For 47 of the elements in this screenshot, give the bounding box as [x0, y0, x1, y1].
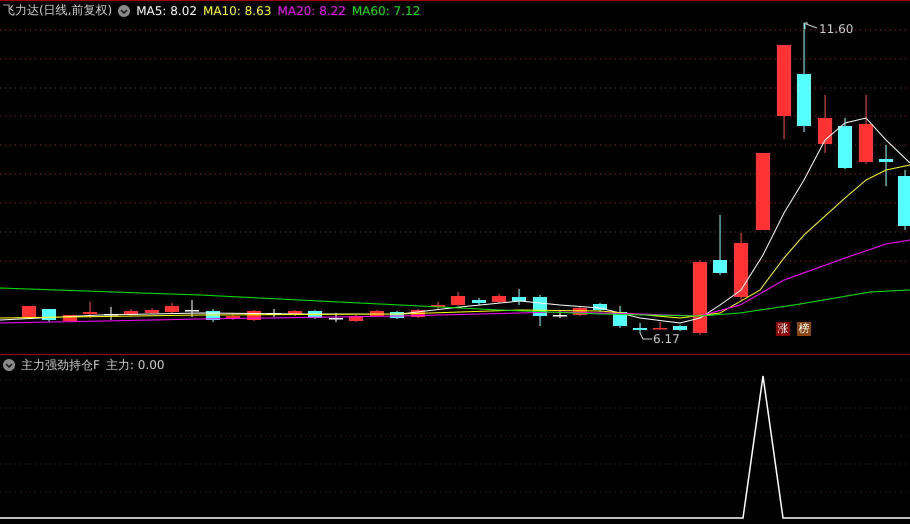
leader-line — [804, 22, 818, 30]
dropdown-icon[interactable] — [3, 359, 15, 371]
candlestick — [673, 324, 687, 332]
candlestick — [288, 310, 302, 316]
candlestick — [593, 302, 607, 312]
candlestick — [633, 322, 647, 334]
indicator-title: 主力强劲持仓F — [21, 356, 100, 374]
candlestick — [879, 144, 893, 186]
ma-legend-item: MA60: 7.12 — [352, 4, 420, 18]
candlestick — [512, 288, 526, 306]
candlestick — [613, 306, 627, 328]
candlestick — [83, 302, 97, 318]
badge-tag[interactable]: 榜 — [797, 322, 811, 336]
candlestick — [124, 308, 138, 316]
candlestick — [653, 322, 667, 330]
dropdown-icon[interactable] — [118, 4, 130, 16]
leader-line — [640, 332, 652, 340]
low-price-label: 6.17 — [653, 332, 680, 346]
candlestick — [165, 302, 179, 314]
indicator-reading: 主力: 0.00 — [106, 356, 164, 374]
candlestick — [370, 310, 384, 318]
candlestick — [145, 308, 159, 314]
candlestick — [431, 302, 445, 310]
candlestick — [553, 310, 567, 318]
candlestick — [492, 294, 506, 304]
candlestick — [713, 214, 727, 276]
high-price-label: 11.60 — [819, 22, 854, 36]
candlestick — [329, 312, 343, 322]
chart-title: 飞力达(日线,前复权) — [3, 2, 112, 19]
candlestick — [533, 294, 547, 326]
candlestick — [898, 170, 910, 230]
ma-legend-item: MA10: 8.63 — [202, 4, 272, 18]
ma-legend-item: MA20: 8.22 — [277, 4, 346, 18]
candlestick — [859, 94, 873, 164]
candlestick — [818, 94, 832, 154]
ma-legend-item: MA5: 8.02 — [136, 4, 197, 18]
candlestick — [838, 118, 852, 170]
candlestick — [22, 306, 36, 318]
candlestick — [104, 306, 118, 320]
badge-tag[interactable]: 涨 — [776, 322, 790, 336]
candlestick — [226, 312, 240, 320]
candlestick — [349, 314, 363, 322]
candlestick — [185, 300, 199, 318]
candlestick — [472, 298, 486, 306]
candlestick — [451, 292, 465, 306]
candlestick — [206, 308, 220, 322]
candlestick — [734, 232, 748, 300]
